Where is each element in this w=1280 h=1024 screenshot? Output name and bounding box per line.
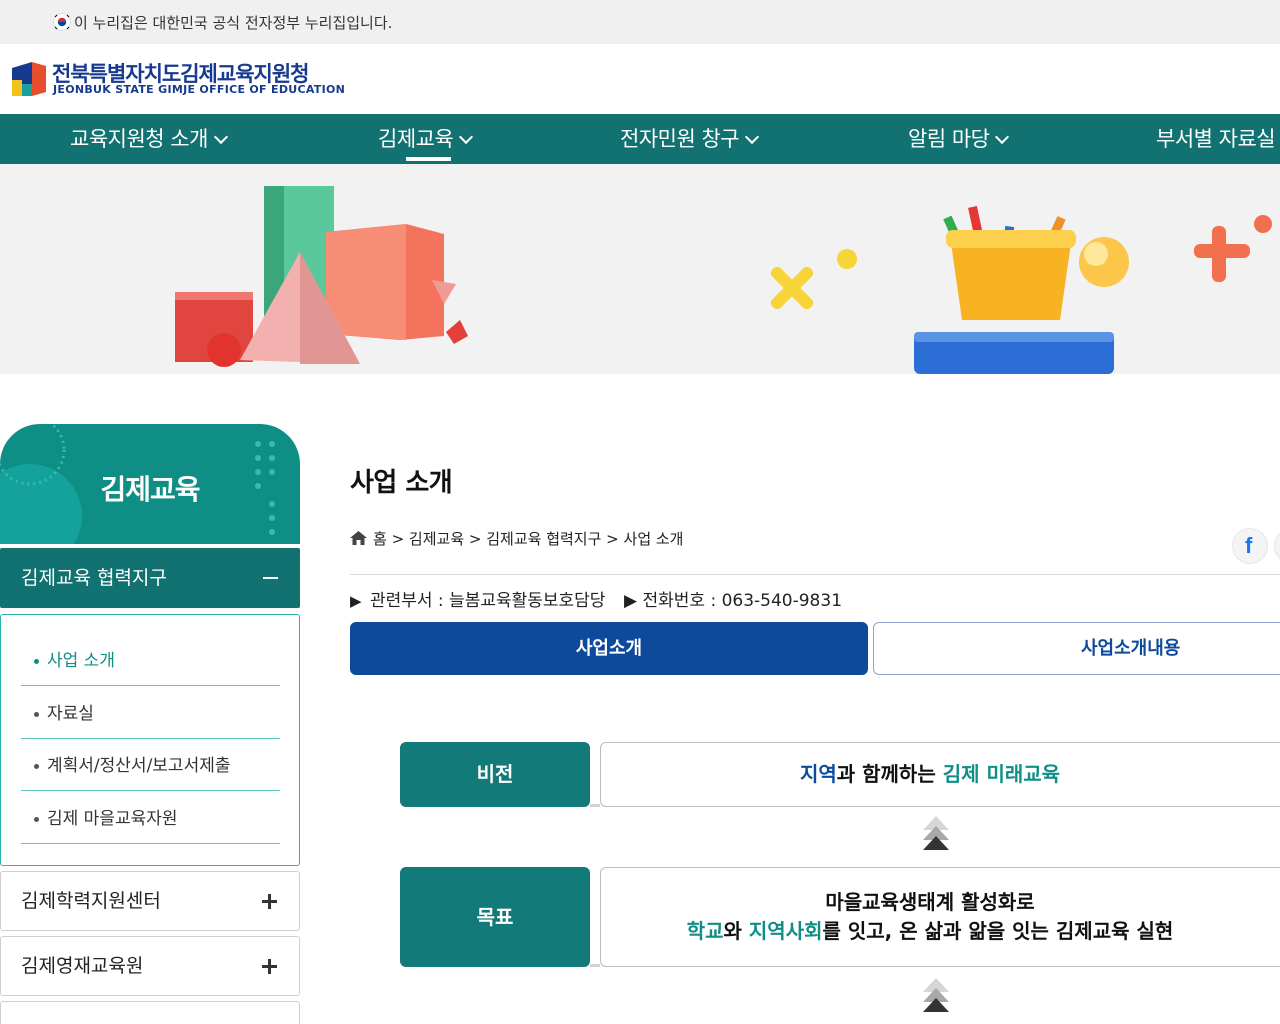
plus-icon[interactable]	[262, 894, 277, 909]
gnb-label: 김제교육	[378, 127, 454, 151]
breadcrumb-current: 사업 소개	[623, 530, 684, 548]
vision-highlight-future: 김제 미래교육	[942, 762, 1061, 786]
gnb-label: 알림 마당	[908, 127, 990, 151]
global-nav: 교육지원청 소개 김제교육 전자민원 창구 알림 마당 부서별 자료실	[0, 114, 1280, 164]
goal-line-1: 마을교육생태계 활성화로	[825, 890, 1035, 914]
vision-statement: 지역과 함께하는 김제 미래교육	[600, 742, 1280, 807]
gnb-label: 전자민원 창구	[620, 127, 740, 151]
tab-business-intro[interactable]: 사업소개	[350, 622, 868, 675]
chevron-down-icon	[745, 129, 760, 145]
goal-highlight-school: 학교	[686, 919, 724, 943]
vision-label: 비전	[400, 742, 600, 807]
triangle-right-icon: ▶	[350, 592, 362, 610]
facebook-share-button[interactable]: f	[1232, 528, 1268, 564]
chevron-down-icon	[213, 129, 228, 145]
gov-notice-text: 이 누리집은 대한민국 공식 전자정부 누리집입니다.	[74, 14, 393, 32]
lnb-group-next[interactable]	[0, 1001, 300, 1024]
gnb-item-dept-library[interactable]: 부서별 자료실	[1156, 114, 1276, 164]
logo-text-en: JEONBUK STATE GIMJE OFFICE OF EDUCATION	[53, 83, 346, 96]
gnb-label: 교육지원청 소개	[70, 127, 208, 151]
chevron-down-icon	[459, 129, 474, 145]
korea-flag-icon	[53, 13, 71, 31]
chevron-down-icon	[995, 129, 1010, 145]
phone-number: ▶ 전화번호 : 063-540-9831	[624, 586, 842, 611]
goal-line-2: 학교와 지역사회를 잇고, 온 삶과 앎을 잇는 김제교육 실현	[601, 917, 1259, 946]
triangle-right-icon: ▶	[624, 591, 638, 611]
banner-illustration	[175, 186, 1272, 374]
gnb-item-e-civil[interactable]: 전자민원 창구	[620, 114, 760, 164]
lnb-group-label: 김제영재교육원	[21, 955, 144, 977]
arrow-up-icon	[923, 816, 949, 850]
related-dept: ▶ 관련부서 : 늘봄교육활동보호담당	[350, 586, 605, 611]
phone-number-text: 전화번호 : 063-540-9831	[642, 591, 843, 611]
lnb-section-label: 김제교육 협력지구	[21, 567, 167, 589]
plus-icon[interactable]	[262, 959, 277, 974]
lnb-sub-item-intro[interactable]: 사업 소개	[21, 633, 280, 686]
related-dept-text: 관련부서 : 늘봄교육활동보호담당	[369, 591, 606, 611]
goal-text-and: 와	[723, 919, 749, 943]
lnb-group-label: 김제학력지원센터	[21, 890, 161, 912]
goal-text-rest: 를 잇고, 온 삶과 앎을 잇는 김제교육 실현	[822, 919, 1174, 943]
gnb-item-about[interactable]: 교육지원청 소개	[70, 114, 228, 164]
goal-highlight-community: 지역사회	[748, 919, 823, 943]
gnb-label: 부서별 자료실	[1156, 127, 1276, 151]
site-header: 전북특별자치도김제교육지원청 JEONBUK STATE GIMJE OFFIC…	[0, 44, 1280, 114]
share-button[interactable]	[1274, 528, 1280, 564]
office-logo-icon[interactable]	[8, 58, 48, 100]
lnb-sub-item-village-resources[interactable]: 김제 마을교육자원	[21, 791, 280, 844]
breadcrumb-cooperation-district[interactable]: 김제교육 협력지구	[486, 530, 601, 548]
home-icon[interactable]	[350, 531, 367, 545]
page-title: 사업 소개	[350, 468, 453, 498]
gnb-item-gimje-education[interactable]: 김제교육	[378, 114, 474, 164]
lnb-title: 김제교육	[100, 473, 200, 506]
sub-visual-banner	[0, 164, 1280, 374]
vision-highlight-region: 지역	[799, 762, 837, 786]
lnb-sub-item-reports[interactable]: 계획서/정산서/보고서제출	[21, 738, 280, 791]
lnb-group-gifted-education[interactable]: 김제영재교육원	[0, 936, 300, 996]
goal-statement: 마을교육생태계 활성화로 학교와 지역사회를 잇고, 온 삶과 앎을 잇는 김제…	[600, 867, 1280, 967]
arrow-up-icon	[923, 978, 949, 1012]
gov-notice-bar: 이 누리집은 대한민국 공식 전자정부 누리집입니다.	[0, 0, 1280, 44]
tab-business-intro-content[interactable]: 사업소개내용	[873, 622, 1280, 675]
lnb-submenu: 사업 소개 자료실 계획서/정산서/보고서제출 김제 마을교육자원	[0, 614, 300, 866]
lnb-group-academic-center[interactable]: 김제학력지원센터	[0, 871, 300, 931]
goal-label: 목표	[400, 867, 600, 967]
lnb-sub-item-library[interactable]: 자료실	[21, 686, 280, 739]
lnb-section-cooperation-district[interactable]: 김제교육 협력지구	[0, 548, 300, 608]
breadcrumb: 홈 > 김제교육 > 김제교육 협력지구 > 사업 소개	[350, 528, 683, 549]
title-divider	[350, 574, 1280, 575]
lnb-header: 김제교육	[0, 424, 300, 544]
vision-text: 과 함께하는	[836, 762, 943, 786]
facebook-icon: f	[1245, 533, 1253, 558]
minus-icon[interactable]	[263, 577, 278, 579]
breadcrumb-gimje-education[interactable]: 김제교육	[409, 530, 464, 548]
gnb-item-notice[interactable]: 알림 마당	[908, 114, 1010, 164]
breadcrumb-home[interactable]: 홈	[373, 530, 387, 548]
